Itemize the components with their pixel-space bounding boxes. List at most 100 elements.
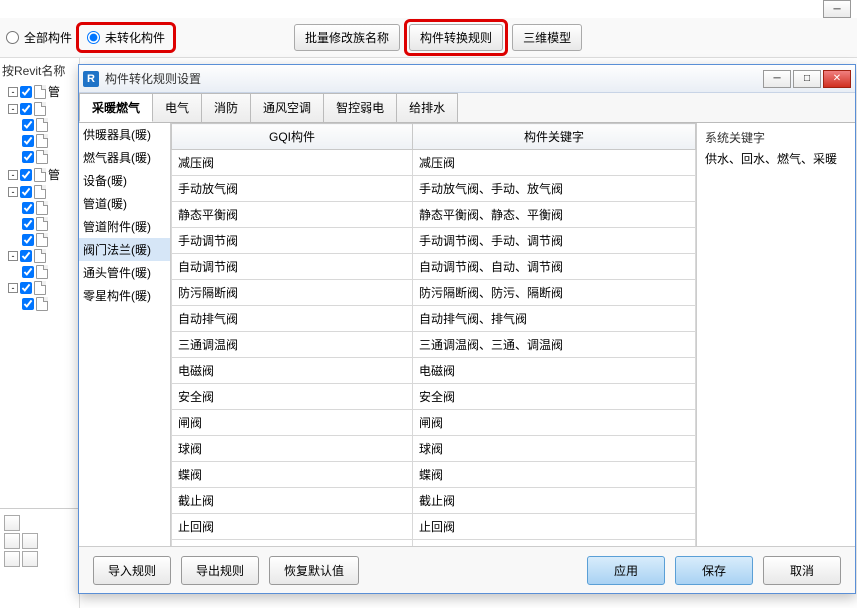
save-button[interactable]: 保存	[675, 556, 753, 585]
tool-icon[interactable]	[22, 533, 38, 549]
tree-expand-icon[interactable]: -	[8, 170, 18, 180]
tree-checkbox[interactable]	[22, 119, 34, 131]
table-row[interactable]: 球阀球阀	[172, 436, 696, 462]
tree-row[interactable]: -管	[2, 166, 77, 183]
tree-checkbox[interactable]	[20, 86, 32, 98]
tool-icon[interactable]	[22, 551, 38, 567]
tree-row[interactable]	[2, 217, 77, 231]
tab-2[interactable]: 消防	[201, 93, 251, 122]
tool-icon[interactable]	[4, 551, 20, 567]
table-row[interactable]: 蝶阀蝶阀	[172, 462, 696, 488]
radio-unconverted-input[interactable]	[87, 31, 100, 44]
category-item[interactable]: 管道附件(暖)	[79, 215, 170, 238]
tree-expand-icon[interactable]: -	[8, 87, 18, 97]
tab-4[interactable]: 智控弱电	[323, 93, 397, 122]
table-cell[interactable]: 手动放气阀	[172, 176, 413, 202]
tool-icon[interactable]	[4, 533, 20, 549]
table-cell[interactable]: 自动排气阀	[172, 306, 413, 332]
table-cell[interactable]: 止回阀	[172, 514, 413, 540]
tree-expand-icon[interactable]: -	[8, 104, 18, 114]
table-cell[interactable]: 截止阀	[172, 488, 413, 514]
tree-row[interactable]: -管	[2, 83, 77, 100]
col-header-keywords[interactable]: 构件关键字	[413, 124, 696, 150]
table-cell[interactable]: 减压阀	[413, 150, 696, 176]
table-cell[interactable]: 防污隔断阀	[172, 280, 413, 306]
import-rules-button[interactable]: 导入规则	[93, 556, 171, 585]
minimize-button[interactable]: ─	[763, 70, 791, 88]
category-item[interactable]: 零星构件(暖)	[79, 284, 170, 307]
table-row[interactable]: 自动排气阀自动排气阀、排气阀	[172, 306, 696, 332]
table-cell[interactable]: 三通调温阀、三通、调温阀	[413, 332, 696, 358]
table-row[interactable]: 减压阀减压阀	[172, 150, 696, 176]
table-cell[interactable]: 电磁阀	[413, 358, 696, 384]
table-row[interactable]: 手动放气阀手动放气阀、手动、放气阀	[172, 176, 696, 202]
batch-rename-button[interactable]: 批量修改族名称	[294, 24, 400, 51]
table-row[interactable]: 静态平衡阀静态平衡阀、静态、平衡阀	[172, 202, 696, 228]
table-cell[interactable]: 球阀	[413, 436, 696, 462]
table-cell[interactable]: 三通调温阀	[172, 332, 413, 358]
tree-checkbox[interactable]	[20, 282, 32, 294]
table-cell[interactable]: 截止阀	[413, 488, 696, 514]
tree-row[interactable]	[2, 265, 77, 279]
tree-row[interactable]	[2, 297, 77, 311]
col-header-gqi[interactable]: GQI构件	[172, 124, 413, 150]
tree-row[interactable]	[2, 150, 77, 164]
category-item[interactable]: 阀门法兰(暖)	[79, 238, 170, 261]
radio-all-input[interactable]	[6, 31, 19, 44]
tab-5[interactable]: 给排水	[396, 93, 458, 122]
tree-checkbox[interactable]	[22, 218, 34, 230]
table-cell[interactable]: 手动放气阀、手动、放气阀	[413, 176, 696, 202]
tree-row[interactable]: -	[2, 102, 77, 116]
3d-model-button[interactable]: 三维模型	[512, 24, 582, 51]
cancel-button[interactable]: 取消	[763, 556, 841, 585]
table-row[interactable]: 止回阀止回阀	[172, 514, 696, 540]
table-cell[interactable]: 安全阀	[413, 384, 696, 410]
close-button[interactable]: ✕	[823, 70, 851, 88]
tree-expand-icon[interactable]: -	[8, 283, 18, 293]
table-cell[interactable]: 安全阀	[172, 384, 413, 410]
tree-checkbox[interactable]	[22, 234, 34, 246]
tab-1[interactable]: 电气	[152, 93, 202, 122]
tree-checkbox[interactable]	[22, 202, 34, 214]
tree-expand-icon[interactable]: -	[8, 251, 18, 261]
table-row[interactable]: 手动调节阀手动调节阀、手动、调节阀	[172, 228, 696, 254]
tree-checkbox[interactable]	[20, 186, 32, 198]
tab-3[interactable]: 通风空调	[250, 93, 324, 122]
tree-checkbox[interactable]	[22, 266, 34, 278]
table-row[interactable]: 电磁阀电磁阀	[172, 358, 696, 384]
table-row[interactable]: 截止阀截止阀	[172, 488, 696, 514]
tree-row[interactable]: -	[2, 281, 77, 295]
dialog-titlebar[interactable]: R 构件转化规则设置 ─ □ ✕	[79, 65, 855, 93]
table-cell[interactable]: 球阀	[172, 436, 413, 462]
tab-0[interactable]: 采暖燃气	[79, 93, 153, 122]
tree-expand-icon[interactable]: -	[8, 187, 18, 197]
component-rules-button[interactable]: 构件转换规则	[409, 24, 503, 51]
tree-checkbox[interactable]	[20, 169, 32, 181]
tree-checkbox[interactable]	[22, 298, 34, 310]
tree-checkbox[interactable]	[22, 135, 34, 147]
table-cell[interactable]: 闸阀	[172, 410, 413, 436]
table-cell[interactable]: 锁闭阀	[413, 540, 696, 547]
table-cell[interactable]: 闸阀	[413, 410, 696, 436]
tree-row[interactable]: -	[2, 185, 77, 199]
table-row[interactable]: 自动调节阀自动调节阀、自动、调节阀	[172, 254, 696, 280]
tree-row[interactable]	[2, 134, 77, 148]
table-row[interactable]: 三通调温阀三通调温阀、三通、调温阀	[172, 332, 696, 358]
tree-checkbox[interactable]	[20, 103, 32, 115]
export-rules-button[interactable]: 导出规则	[181, 556, 259, 585]
table-cell[interactable]: 手动调节阀	[172, 228, 413, 254]
table-row[interactable]: 闸阀闸阀	[172, 410, 696, 436]
rules-table-container[interactable]: GQI构件 构件关键字 减压阀减压阀手动放气阀手动放气阀、手动、放气阀静态平衡阀…	[171, 123, 697, 546]
table-cell[interactable]: 自动调节阀	[172, 254, 413, 280]
table-cell[interactable]: 锁闭阀	[172, 540, 413, 547]
restore-defaults-button[interactable]: 恢复默认值	[269, 556, 359, 585]
table-cell[interactable]: 自动调节阀、自动、调节阀	[413, 254, 696, 280]
table-cell[interactable]: 蝶阀	[172, 462, 413, 488]
table-row[interactable]: 安全阀安全阀	[172, 384, 696, 410]
tree-row[interactable]	[2, 201, 77, 215]
maximize-button[interactable]: □	[793, 70, 821, 88]
apply-button[interactable]: 应用	[587, 556, 665, 585]
category-item[interactable]: 设备(暖)	[79, 169, 170, 192]
category-list[interactable]: 供暖器具(暖)燃气器具(暖)设备(暖)管道(暖)管道附件(暖)阀门法兰(暖)通头…	[79, 123, 171, 546]
table-row[interactable]: 防污隔断阀防污隔断阀、防污、隔断阀	[172, 280, 696, 306]
